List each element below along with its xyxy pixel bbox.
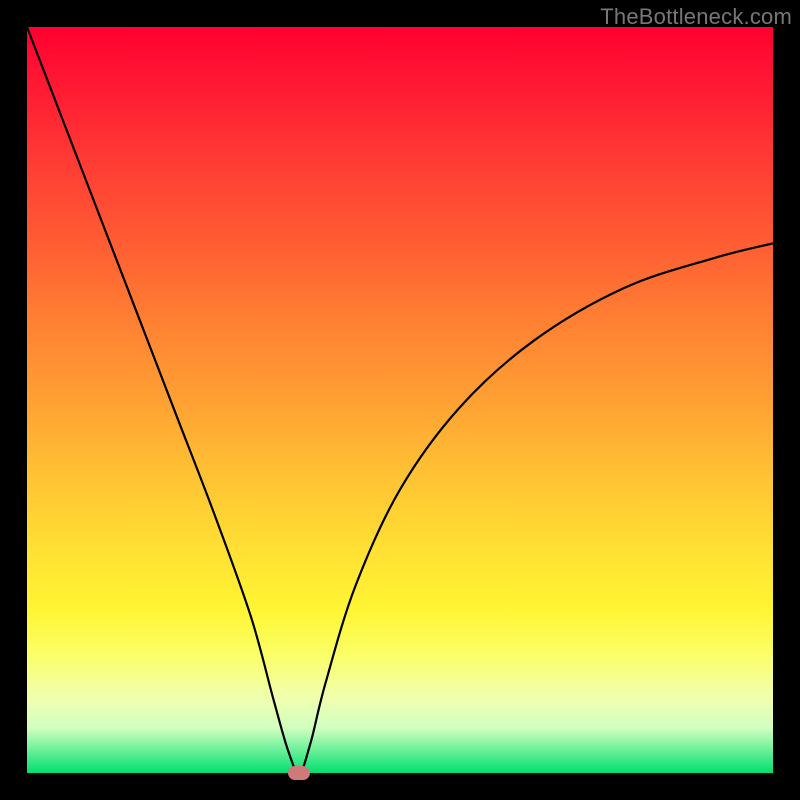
bottleneck-curve <box>27 27 773 773</box>
chart-frame: TheBottleneck.com <box>0 0 800 800</box>
minimum-marker <box>288 766 310 780</box>
plot-area <box>27 27 773 773</box>
watermark-text: TheBottleneck.com <box>600 4 792 30</box>
